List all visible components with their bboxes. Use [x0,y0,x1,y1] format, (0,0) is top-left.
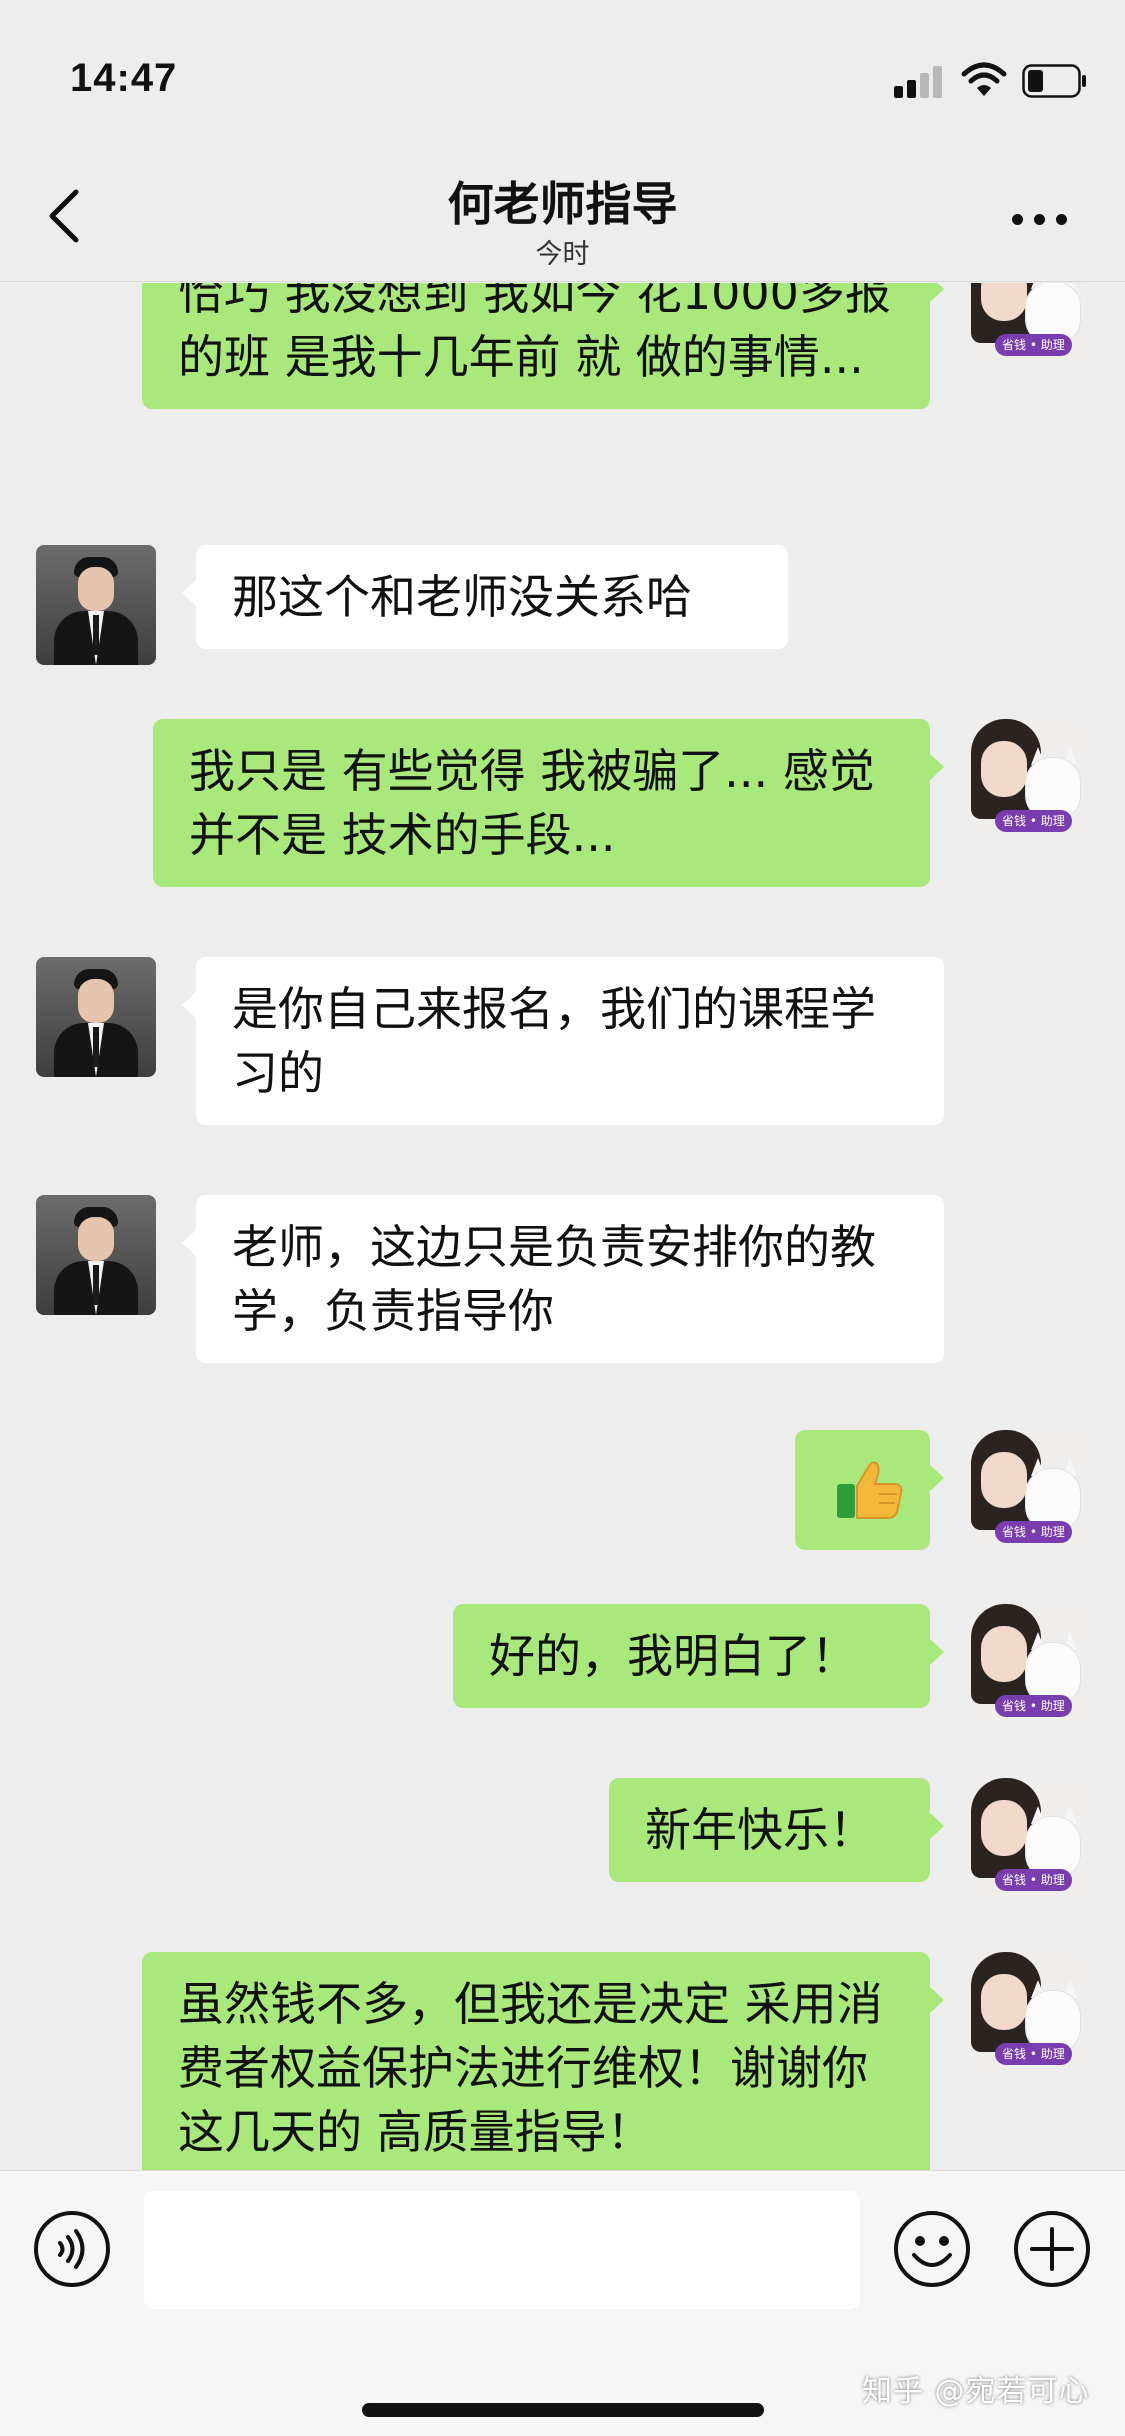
avatar-badge: 省钱 • 助理 [995,2043,1072,2065]
message-bubble-outgoing[interactable]: 我只是 有些觉得 我被骗了... 感觉 并不是 技术的手段... [153,719,944,887]
message-bubble-incoming[interactable]: 老师，这边只是负责安排你的教学，负责指导你 [182,1195,944,1363]
thumbs-up-icon [837,1461,903,1519]
message-text: 是你自己来报名，我们的课程学习的 [232,982,876,1100]
message-bubble-outgoing[interactable]: 新年快乐！ [609,1778,944,1882]
plus-icon[interactable] [1012,2209,1092,2289]
cellular-signal-icon [894,64,944,98]
message-text: 虽然钱不多，但我还是决定 采用消费者权益保护法进行维权！谢谢你这几天的 高质量指… [178,1977,883,2159]
message-text: 新年快乐！ [645,1803,875,1857]
message-bubble-outgoing[interactable]: 好的，我明白了！ [453,1604,944,1708]
message-list[interactable]: 省钱 • 助理 恰巧 我没想到 我如今 花1000多报的班 是我十几年前 就 做… [0,283,1125,2170]
message-text: 恰巧 我没想到 我如今 花1000多报的班 是我十几年前 就 做的事情... [178,283,891,384]
message-bubble-outgoing[interactable]: 恰巧 我没想到 我如今 花1000多报的班 是我十几年前 就 做的事情... [142,283,944,409]
message-bubble-incoming[interactable]: 那这个和老师没关系哈 [182,545,788,649]
avatar-me[interactable]: 省钱 • 助理 [967,719,1087,839]
emoji-icon[interactable] [892,2209,972,2289]
avatar-me[interactable]: 省钱 • 助理 [967,1778,1087,1898]
message-bubble-outgoing[interactable]: 虽然钱不多，但我还是决定 采用消费者权益保护法进行维权！谢谢你这几天的 高质量指… [142,1952,944,2170]
status-time: 14:47 [70,56,178,100]
chat-header: 何老师指导 今时 [0,150,1125,282]
watermark: 知乎 @宛若可心 [862,2374,1090,2409]
message-text: 我只是 有些觉得 我被骗了... 感觉 并不是 技术的手段... [189,744,875,862]
avatar-badge: 省钱 • 助理 [995,810,1072,832]
message-bubble-outgoing[interactable] [795,1430,944,1550]
avatar-me[interactable]: 省钱 • 助理 [967,1952,1087,2072]
voice-icon[interactable] [32,2209,112,2289]
avatar-teacher[interactable] [36,957,156,1077]
more-icon[interactable] [1008,206,1072,230]
message-text: 好的，我明白了！ [489,1629,857,1683]
avatar-badge: 省钱 • 助理 [995,1869,1072,1891]
message-input[interactable] [144,2191,860,2309]
battery-icon [1022,64,1086,98]
chat-subtitle: 今时 [535,239,590,270]
message-bubble-incoming[interactable]: 是你自己来报名，我们的课程学习的 [182,957,944,1125]
avatar-me[interactable]: 省钱 • 助理 [967,1604,1087,1724]
avatar-badge: 省钱 • 助理 [995,334,1072,356]
status-bar: 14:47 [0,0,1125,150]
home-indicator[interactable] [362,2403,764,2417]
avatar-teacher[interactable] [36,545,156,665]
avatar-badge: 省钱 • 助理 [995,1695,1072,1717]
message-text: 老师，这边只是负责安排你的教学，负责指导你 [232,1220,876,1338]
avatar-me[interactable]: 省钱 • 助理 [967,283,1087,363]
avatar-me[interactable]: 省钱 • 助理 [967,1430,1087,1550]
avatar-badge: 省钱 • 助理 [995,1521,1072,1543]
wifi-icon [961,62,1007,96]
message-text: 那这个和老师没关系哈 [232,570,692,624]
chat-title: 何老师指导 [447,177,678,231]
avatar-teacher[interactable] [36,1195,156,1315]
